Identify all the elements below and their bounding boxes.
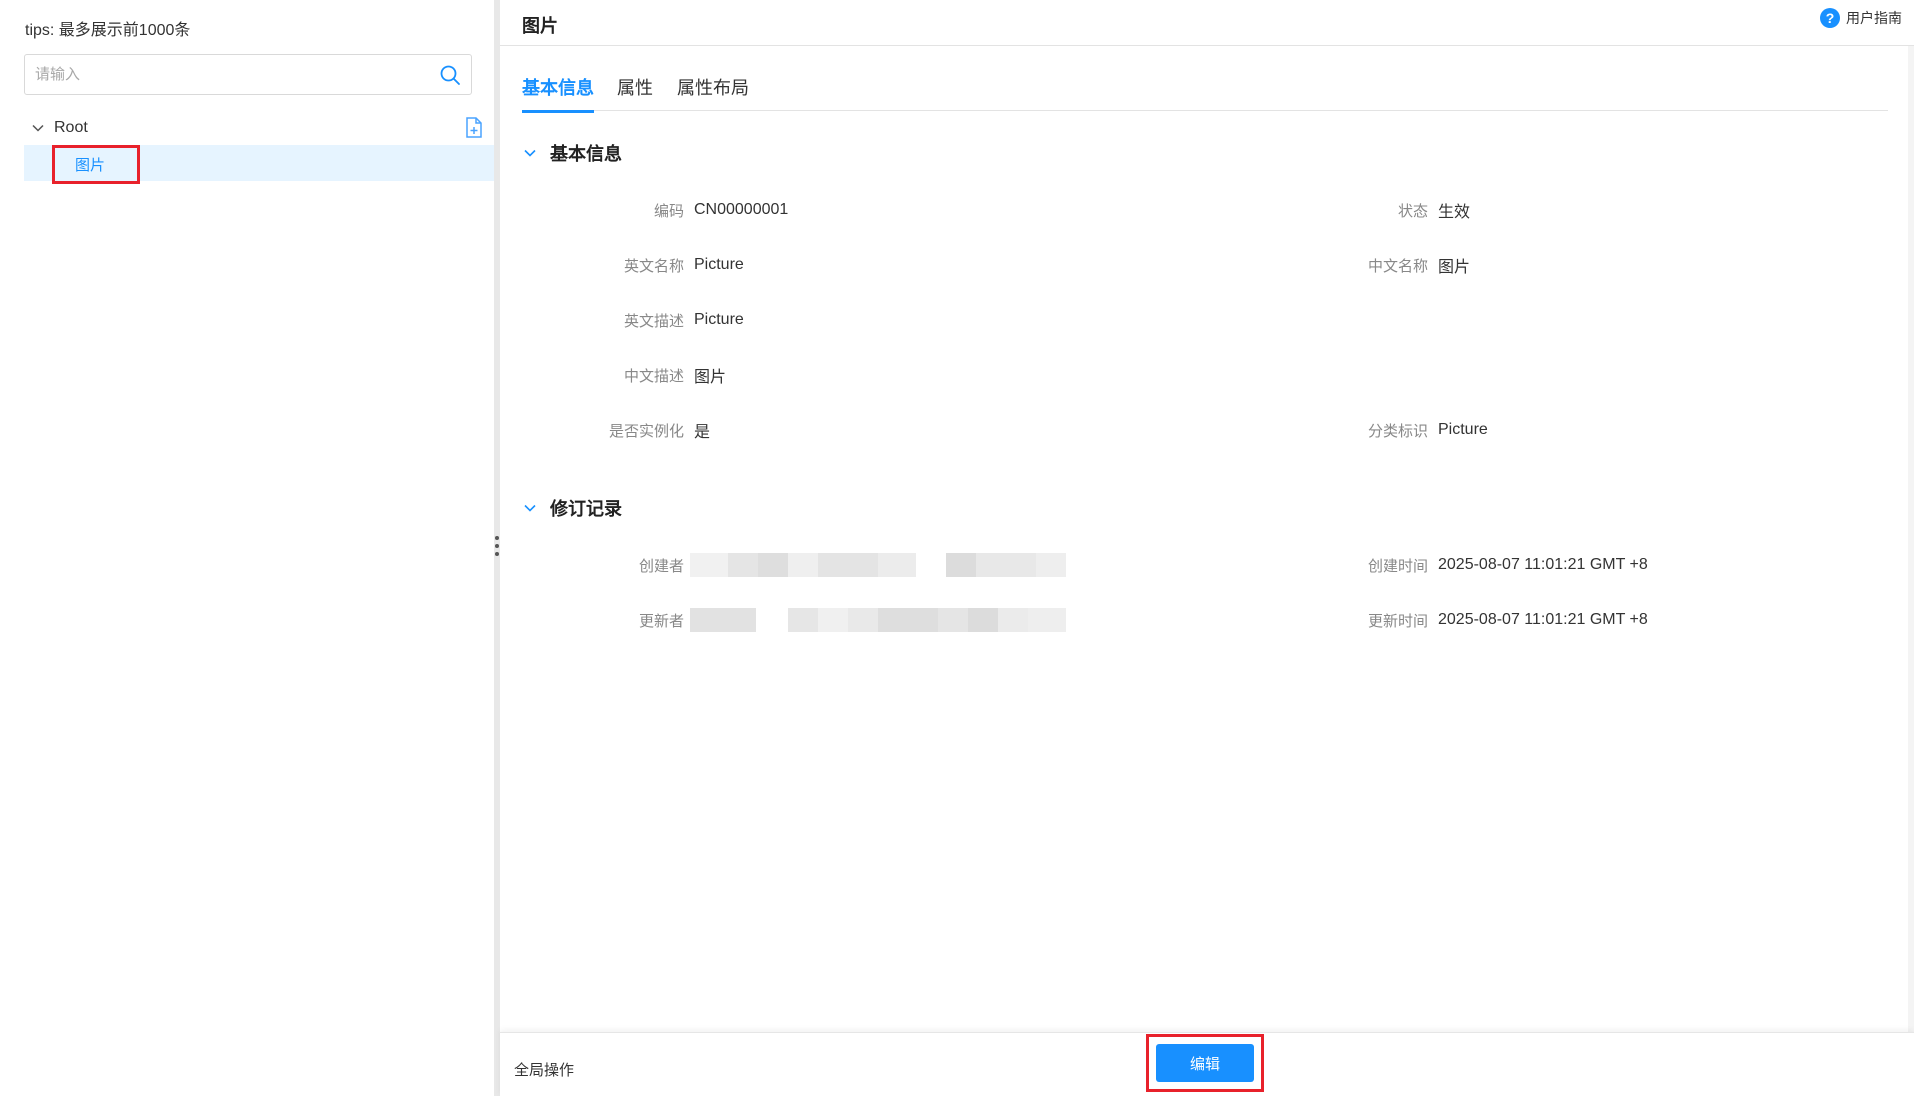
- tree-node-root[interactable]: Root: [30, 116, 88, 140]
- field-created-at: 创建时间 2025-08-07 11:01:21 GMT +8: [1100, 554, 1648, 576]
- tree-node-picture[interactable]: 图片: [52, 145, 140, 184]
- tab-bar: 基本信息 属性 属性布局: [522, 66, 1888, 113]
- field-creator: 创建者: [500, 554, 684, 576]
- field-value: CN00000001: [694, 201, 789, 218]
- field-value: 2025-08-07 11:01:21 GMT +8: [1438, 611, 1648, 628]
- field-cn-desc: 中文描述 图片: [500, 364, 727, 387]
- section-title: 修订记录: [550, 499, 622, 519]
- tree-child-label: 图片: [75, 157, 106, 174]
- chevron-down-icon[interactable]: [30, 120, 46, 136]
- search-box: [24, 54, 472, 95]
- edit-button[interactable]: 编辑: [1156, 1044, 1254, 1082]
- tree-root-label: Root: [54, 119, 88, 136]
- field-status: 状态 生效: [1100, 199, 1471, 222]
- tips-text: tips: 最多展示前1000条: [25, 22, 191, 39]
- field-value: 2025-08-07 11:01:21 GMT +8: [1438, 556, 1648, 573]
- field-value: 图片: [1438, 259, 1471, 276]
- field-label: 更新者: [638, 612, 684, 630]
- add-file-icon[interactable]: [463, 116, 485, 140]
- field-updater: 更新者: [500, 609, 684, 631]
- field-value: Picture: [1438, 421, 1488, 438]
- field-label: 英文名称: [623, 257, 684, 275]
- field-instantiable: 是否实例化 是: [500, 419, 711, 442]
- search-icon[interactable]: [439, 64, 461, 86]
- search-input[interactable]: [35, 55, 415, 94]
- tab-attributes[interactable]: 属性: [617, 74, 653, 110]
- help-icon: ?: [1820, 8, 1840, 28]
- edit-highlight: 编辑: [1146, 1034, 1264, 1092]
- field-en-desc: 英文描述 Picture: [500, 309, 744, 331]
- tab-attribute-layout[interactable]: 属性布局: [677, 74, 749, 110]
- field-label: 分类标识: [1367, 422, 1428, 440]
- section-title: 基本信息: [550, 144, 622, 164]
- field-en-name: 英文名称 Picture: [500, 254, 744, 276]
- field-value: 生效: [1438, 204, 1471, 221]
- field-value: 是: [694, 424, 711, 441]
- right-panel: 图片 ? 用户指南 基本信息 属性 属性布局 基本信息 编码 CN0000000…: [500, 0, 1914, 1096]
- chevron-down-icon[interactable]: [522, 500, 538, 516]
- detail-header: 图片 ? 用户指南: [500, 0, 1914, 46]
- field-label: 编码: [653, 202, 684, 220]
- field-label: 更新时间: [1367, 612, 1428, 630]
- field-code: 编码 CN00000001: [500, 199, 788, 221]
- scrollbar[interactable]: [1908, 46, 1914, 1032]
- global-operations-label: 全局操作: [514, 1062, 575, 1079]
- field-label: 创建时间: [1367, 557, 1428, 575]
- section-basic-info[interactable]: 基本信息: [522, 140, 622, 166]
- field-value: Picture: [694, 256, 744, 273]
- field-label: 中文描述: [623, 367, 684, 385]
- blurred-updater: [690, 608, 1100, 632]
- left-panel: tips: 最多展示前1000条 Root 图片: [0, 0, 494, 1096]
- user-guide-label: 用户指南: [1846, 10, 1902, 26]
- chevron-down-icon[interactable]: [522, 145, 538, 161]
- blurred-creator: [690, 553, 1100, 577]
- user-guide-link[interactable]: ? 用户指南: [1820, 8, 1902, 28]
- section-revision[interactable]: 修订记录: [522, 495, 622, 521]
- field-updated-at: 更新时间 2025-08-07 11:01:21 GMT +8: [1100, 609, 1648, 631]
- field-label: 英文描述: [623, 312, 684, 330]
- field-label: 是否实例化: [608, 422, 684, 440]
- field-value: 图片: [694, 369, 727, 386]
- field-cn-name: 中文名称 图片: [1100, 254, 1471, 277]
- field-label: 创建者: [638, 557, 684, 575]
- tab-basic-info[interactable]: 基本信息: [522, 74, 594, 113]
- field-label: 状态: [1397, 202, 1428, 220]
- field-label: 中文名称: [1367, 257, 1428, 275]
- field-value: Picture: [694, 311, 744, 328]
- page-title: 图片: [522, 16, 558, 36]
- field-category-id: 分类标识 Picture: [1100, 419, 1488, 441]
